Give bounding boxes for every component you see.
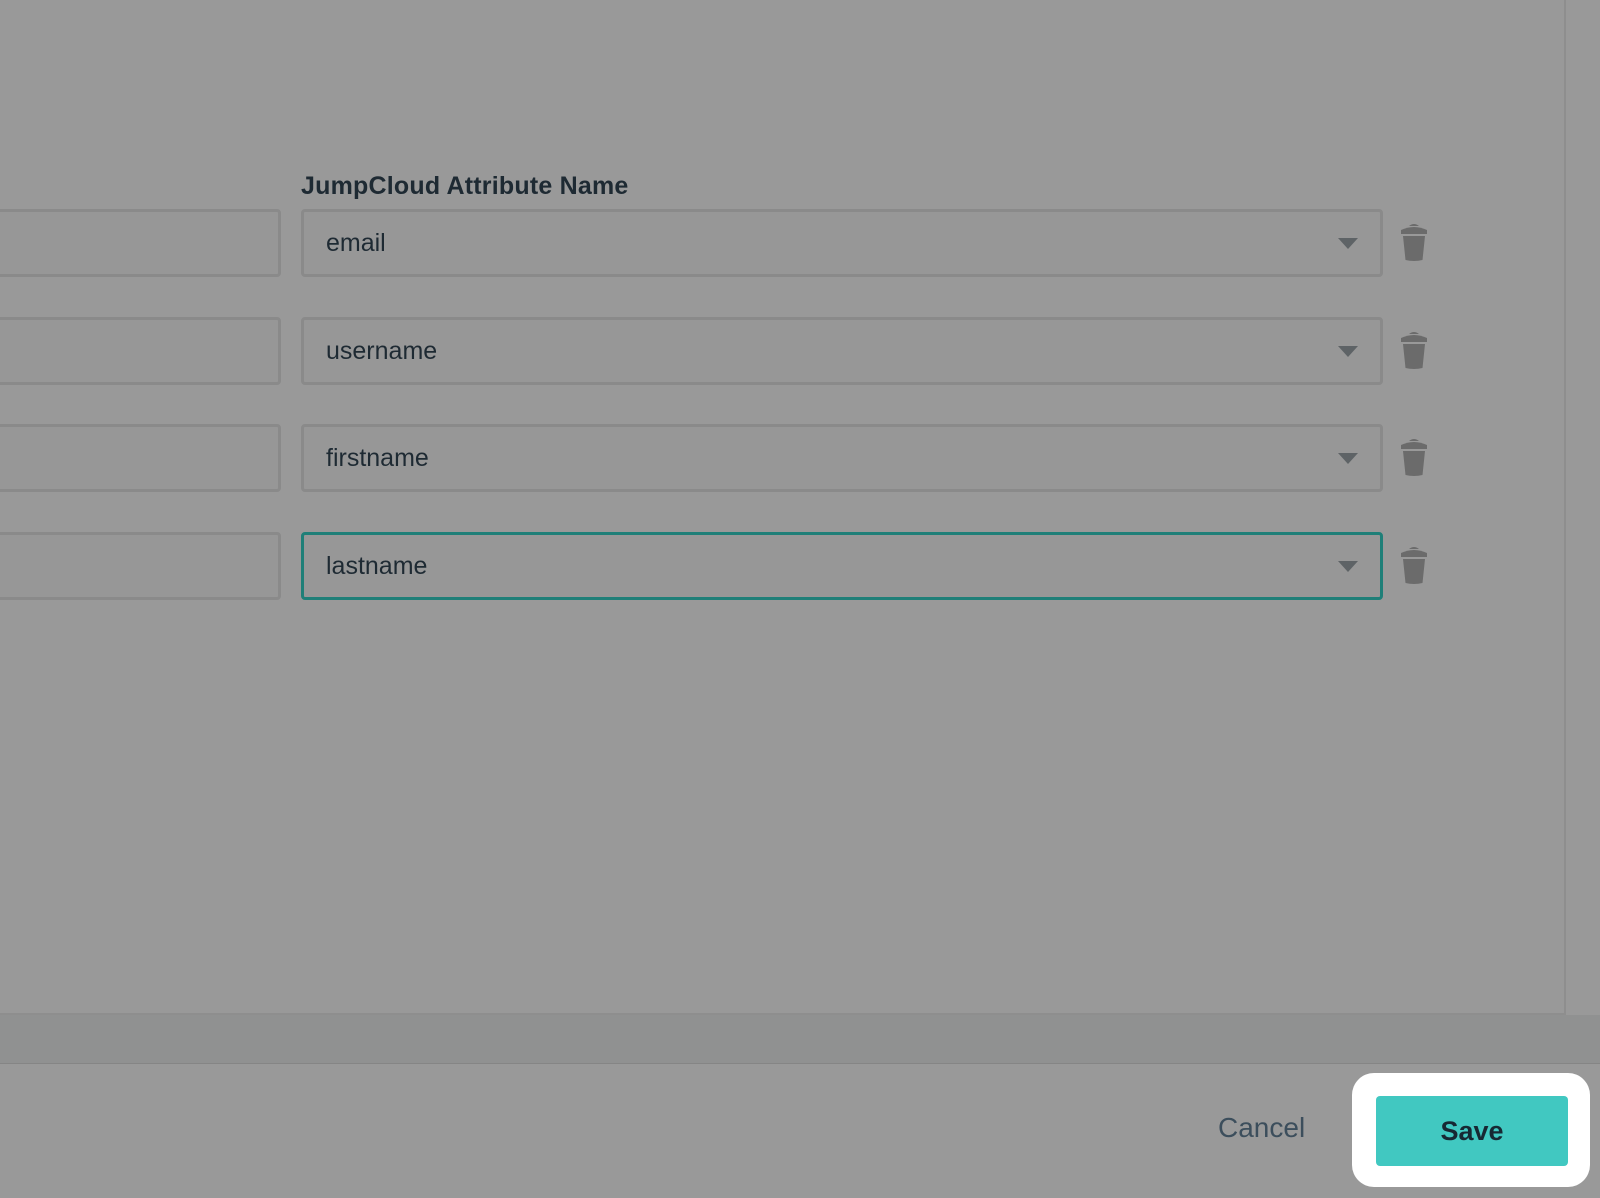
source-attribute-input[interactable] [0, 532, 281, 600]
source-attribute-input[interactable] [0, 209, 281, 277]
trash-icon[interactable] [1397, 437, 1431, 477]
trash-icon[interactable] [1397, 330, 1431, 370]
source-attribute-input[interactable] [0, 317, 281, 385]
chevron-down-icon [1338, 238, 1358, 249]
select-value: email [326, 229, 386, 257]
select-value: lastname [326, 552, 428, 580]
trash-icon[interactable] [1397, 545, 1431, 585]
attribute-mapping-panel: JumpCloud Attribute Name email username [0, 0, 1566, 1015]
mapping-row: firstname [0, 424, 1450, 492]
select-value: username [326, 337, 438, 365]
trash-icon[interactable] [1397, 222, 1431, 262]
chevron-down-icon [1338, 453, 1358, 464]
save-button[interactable]: Save [1376, 1096, 1568, 1166]
mapping-row: email [0, 209, 1450, 277]
footer-divider [0, 1015, 1600, 1064]
chevron-down-icon [1338, 561, 1358, 572]
column-header-jumpcloud-attribute-name: JumpCloud Attribute Name [301, 172, 629, 200]
jumpcloud-attribute-select[interactable]: lastname [301, 532, 1383, 600]
source-attribute-input[interactable] [0, 424, 281, 492]
jumpcloud-attribute-select[interactable]: firstname [301, 424, 1383, 492]
select-value: firstname [326, 444, 429, 472]
mapping-row: lastname [0, 532, 1450, 600]
mapping-row: username [0, 317, 1450, 385]
jumpcloud-attribute-select[interactable]: username [301, 317, 1383, 385]
chevron-down-icon [1338, 346, 1358, 357]
cancel-button[interactable]: Cancel [1218, 1112, 1305, 1144]
jumpcloud-attribute-select[interactable]: email [301, 209, 1383, 277]
